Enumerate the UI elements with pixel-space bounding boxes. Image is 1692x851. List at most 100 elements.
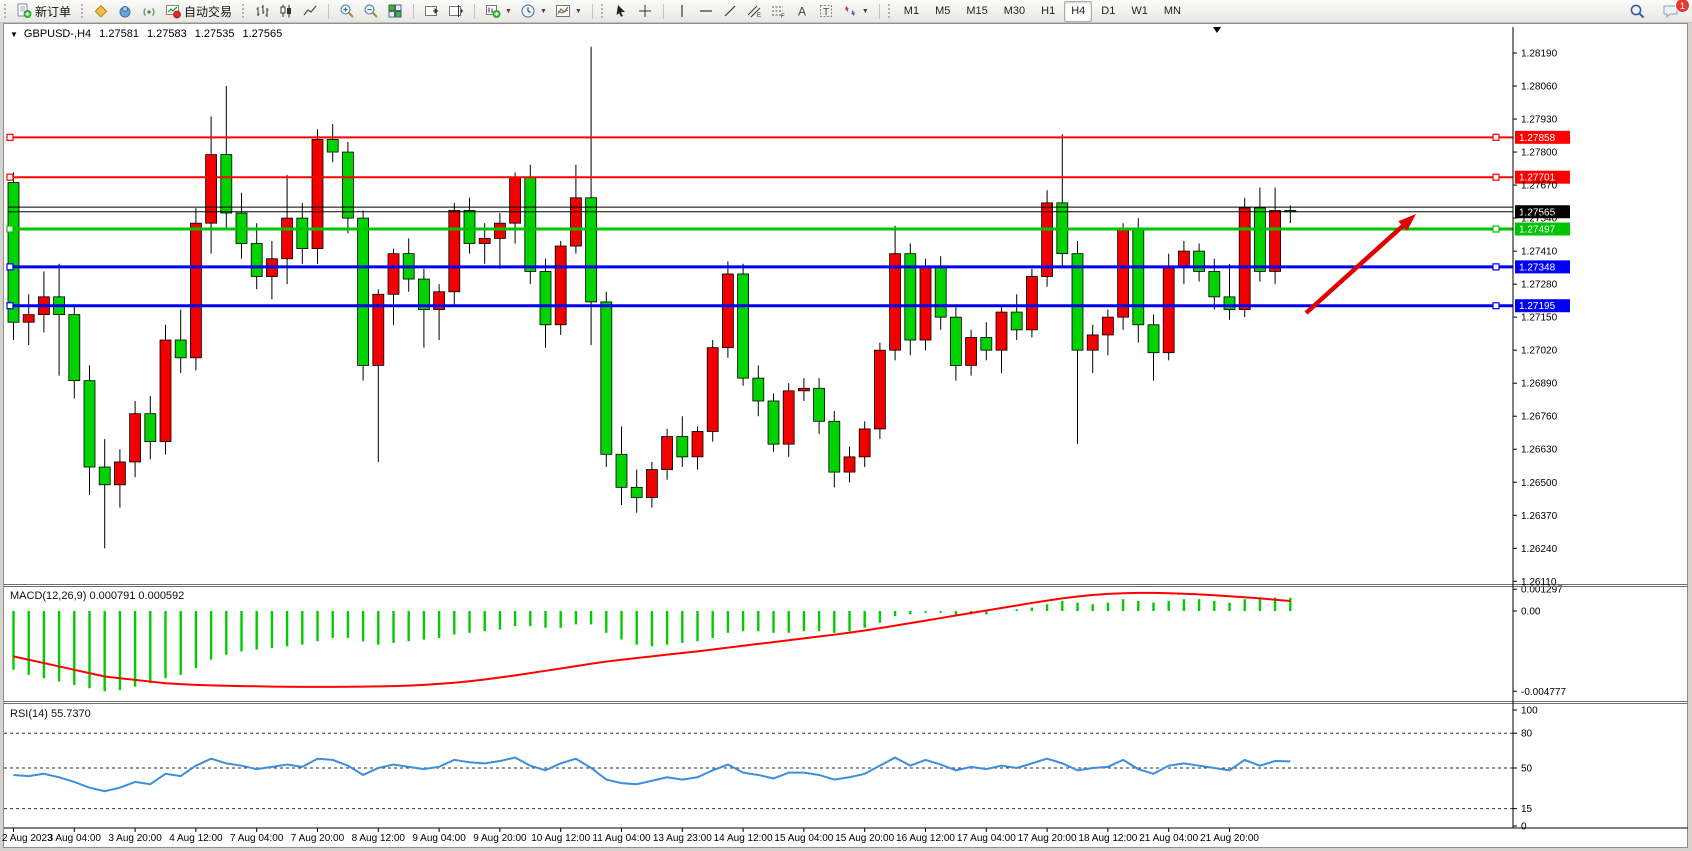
candle-body [130, 414, 141, 462]
trendline-icon [722, 3, 738, 19]
fibonacci-button[interactable]: F [766, 2, 790, 20]
arrows-button[interactable]: ▼ [838, 2, 873, 20]
time-tick-label: 7 Aug 04:00 [230, 833, 284, 844]
new-chart-button[interactable]: ▼ [481, 2, 516, 20]
candle-body [601, 302, 612, 454]
text-label-button[interactable]: T [814, 2, 838, 20]
time-tick-label: 15 Aug 20:00 [835, 833, 894, 844]
zoom-in-button[interactable] [335, 2, 359, 20]
candle-body [996, 312, 1007, 350]
timeframe-d1-button[interactable]: D1 [1094, 1, 1122, 22]
timeframe-m5-button[interactable]: M5 [928, 1, 957, 22]
candle-body [920, 266, 931, 340]
search-icon [1629, 3, 1646, 20]
candlestick-chart-button[interactable] [274, 2, 298, 20]
low-value: 1.27535 [195, 28, 235, 40]
line-handle[interactable] [7, 174, 13, 180]
candle-body [510, 177, 521, 223]
time-tick-label: 9 Aug 04:00 [412, 833, 466, 844]
candle-body [950, 317, 961, 365]
timeframe-m30-button[interactable]: M30 [997, 1, 1032, 22]
line-handle[interactable] [7, 303, 13, 309]
line-handle[interactable] [1493, 264, 1499, 270]
candle-body [327, 139, 338, 152]
bar-chart-button[interactable] [250, 2, 274, 20]
auto-trading-button[interactable]: 自动交易 [161, 2, 236, 20]
price-tick-label: 1.27280 [1521, 280, 1558, 291]
line-handle[interactable] [7, 264, 13, 270]
profiles-button[interactable] [89, 2, 113, 20]
trendline-button[interactable] [718, 2, 742, 20]
chart-shift-marker[interactable] [1213, 27, 1221, 33]
candle-body [99, 467, 110, 485]
time-tick-label: 10 Aug 12:00 [531, 833, 590, 844]
tile-windows-button[interactable] [383, 2, 407, 20]
periods-button[interactable]: ▼ [516, 2, 551, 20]
auto-scroll-button[interactable] [420, 2, 444, 20]
periods-icon [520, 3, 536, 19]
panel-separators [4, 27, 1688, 828]
chart-canvas: MACD(12,26,9) 0.000791 0.0005920.0012970… [0, 0, 1692, 851]
time-tick-label: 14 Aug 12:00 [714, 833, 773, 844]
svg-text:T: T [823, 7, 829, 18]
candle-body [251, 244, 262, 277]
cursor-button[interactable] [609, 2, 633, 20]
line-handle[interactable] [1493, 303, 1499, 309]
text-button[interactable]: A [790, 2, 814, 20]
time-tick-label: 11 Aug 04:00 [592, 833, 651, 844]
candle-body [342, 152, 353, 218]
crosshair-button[interactable] [633, 2, 657, 20]
candle-body [677, 437, 688, 457]
zoom-out-button[interactable] [359, 2, 383, 20]
time-axis[interactable]: 2 Aug 20233 Aug 04:003 Aug 20:004 Aug 12… [2, 828, 1259, 844]
line-handle[interactable] [7, 134, 13, 140]
timeframe-mn-button[interactable]: MN [1157, 1, 1188, 22]
candle-body [84, 381, 95, 467]
svg-text:F: F [781, 14, 785, 19]
line-handle[interactable] [1493, 134, 1499, 140]
candle-body [722, 274, 733, 348]
price-tick-label: 1.26760 [1521, 412, 1558, 423]
candle-body [646, 470, 657, 498]
chart-shift-button[interactable] [444, 2, 468, 20]
candle-body [798, 388, 809, 391]
candle-body [966, 337, 977, 365]
market-icon [117, 3, 133, 19]
chat-button[interactable]: 1 [1658, 2, 1684, 20]
price-axis[interactable]: 1.278581.277011.275651.274971.273481.271… [1513, 49, 1570, 588]
candle-body [935, 266, 946, 317]
time-tick-label: 2 Aug 2023 [2, 833, 53, 844]
timeframe-m15-button[interactable]: M15 [959, 1, 994, 22]
search-button[interactable] [1625, 2, 1650, 20]
candle-body [1209, 271, 1220, 296]
candle-body [874, 350, 885, 429]
market-button[interactable] [113, 2, 137, 20]
line-handle[interactable] [1493, 226, 1499, 232]
rsi-panel: RSI(14) 55.73701008050150 [4, 706, 1538, 833]
new-chart-icon [485, 3, 501, 19]
candle-body [358, 218, 369, 365]
horizontal-line-objects[interactable] [7, 134, 1513, 308]
timeframe-m1-button[interactable]: M1 [897, 1, 926, 22]
new-order-button[interactable]: 新订单 [12, 2, 75, 20]
line-chart-button[interactable] [298, 2, 322, 20]
candle-body [8, 183, 19, 323]
line-handle[interactable] [7, 226, 13, 232]
timeframe-h4-button[interactable]: H4 [1064, 1, 1092, 22]
signals-button[interactable] [137, 2, 161, 20]
horizontal-line-button[interactable] [694, 2, 718, 20]
collapse-triangle-icon[interactable]: ▼ [10, 30, 18, 39]
timeframe-h1-button[interactable]: H1 [1034, 1, 1062, 22]
vertical-line-button[interactable] [670, 2, 694, 20]
new-order-icon [16, 3, 32, 19]
timeframe-w1-button[interactable]: W1 [1124, 1, 1155, 22]
price-tick-label: 1.26890 [1521, 379, 1558, 390]
price-tick-label: 1.27670 [1521, 181, 1558, 192]
chart-shift-icon [448, 3, 464, 19]
close-value: 1.27565 [242, 28, 282, 40]
candle-body [662, 437, 673, 470]
line-handle[interactable] [1493, 174, 1499, 180]
equidistant-channel-button[interactable]: E [742, 2, 766, 20]
auto-trading-icon [165, 3, 181, 19]
indicators-button[interactable]: ▼ [551, 2, 586, 20]
